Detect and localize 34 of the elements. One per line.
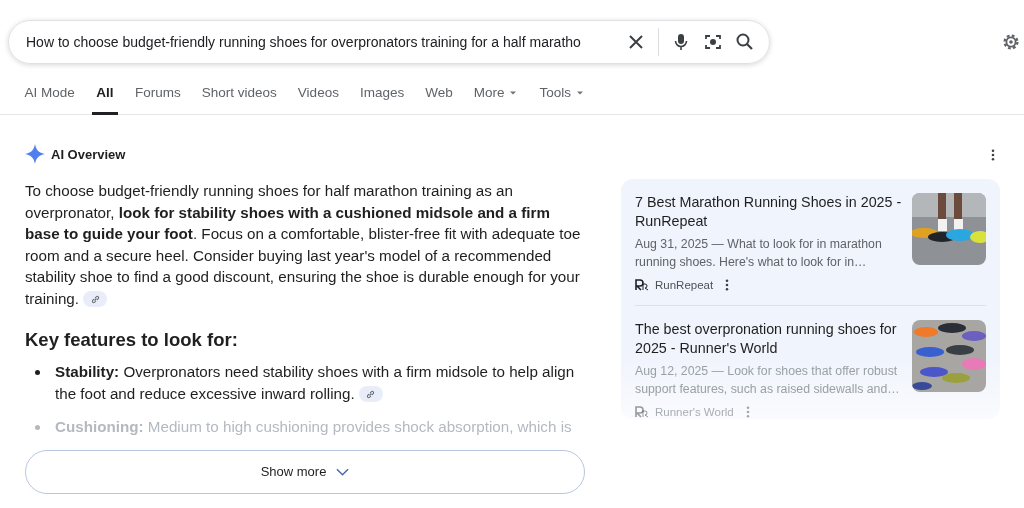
- site-logo-icon: [635, 279, 649, 291]
- section-title: AI Overview: [51, 146, 126, 162]
- more-options-icon[interactable]: [725, 279, 730, 291]
- sparkle-icon: [25, 144, 45, 164]
- site-name: Runner's World: [655, 406, 734, 418]
- feature-text: Cushioning: Medium to high cushioning provides shock absorption, which is: [55, 417, 572, 437]
- link-icon[interactable]: [83, 291, 108, 308]
- result-snippet: Aug 31, 2025 — What to look for in marathon running shoes. Here's what to look for in…: [635, 236, 883, 271]
- tab[interactable]: All: [92, 73, 118, 115]
- search-icon[interactable]: [735, 32, 755, 52]
- summary-paragraph: To choose budget-friendly running shoes for half marathon training as an overpronator, look for stability shoes with a cushioned midsole and a firm base to guide your foot. Focus on a comfortable, blister-free fit with adequate toe room and a secure heel. Consider buying last year's model of a recommended stability shoe to find a good discount, ensuring the shoe is durable enough for your training.: [25, 181, 582, 309]
- search-input[interactable]: How to choose budget-friendly running shoes for overpronators training for a half maratho: [26, 34, 614, 50]
- result-title-link[interactable]: 7 Best Marathon Running Shoes in 2025 - RunRepeat: [635, 193, 902, 231]
- tab[interactable]: Videos: [287, 73, 350, 115]
- tab[interactable]: Tools: [528, 73, 596, 115]
- tab[interactable]: More: [463, 73, 529, 115]
- camera-icon[interactable]: [703, 32, 723, 52]
- bullet-icon: [35, 370, 40, 375]
- show-more-button[interactable]: Show more: [25, 449, 585, 494]
- chevron-down-icon: [336, 467, 350, 476]
- tab[interactable]: Images: [349, 73, 415, 115]
- feature-text: Stability: Overpronators need stability shoes with a firm midsole to help align the foot and reduce excessive inward rolling.: [55, 362, 576, 404]
- bullet-icon: [35, 425, 40, 430]
- tab[interactable]: AI Mode: [14, 73, 86, 115]
- link-icon[interactable]: [358, 386, 383, 403]
- site-name: RunRepeat: [655, 279, 714, 291]
- section-heading: Key features to look for:: [25, 329, 239, 351]
- tab[interactable]: Web: [414, 73, 464, 115]
- tab[interactable]: Short videos: [191, 73, 288, 115]
- result-snippet: Aug 12, 2025 — Look for shoes that offer robust support features, such as raised sidewalls and…: [635, 363, 901, 398]
- more-options-icon[interactable]: [991, 149, 995, 161]
- tab[interactable]: Forums: [124, 73, 192, 115]
- result-title-link[interactable]: The best overpronation running shoes for 2025 - Runner's World: [635, 320, 902, 358]
- site-logo-icon: [635, 406, 649, 418]
